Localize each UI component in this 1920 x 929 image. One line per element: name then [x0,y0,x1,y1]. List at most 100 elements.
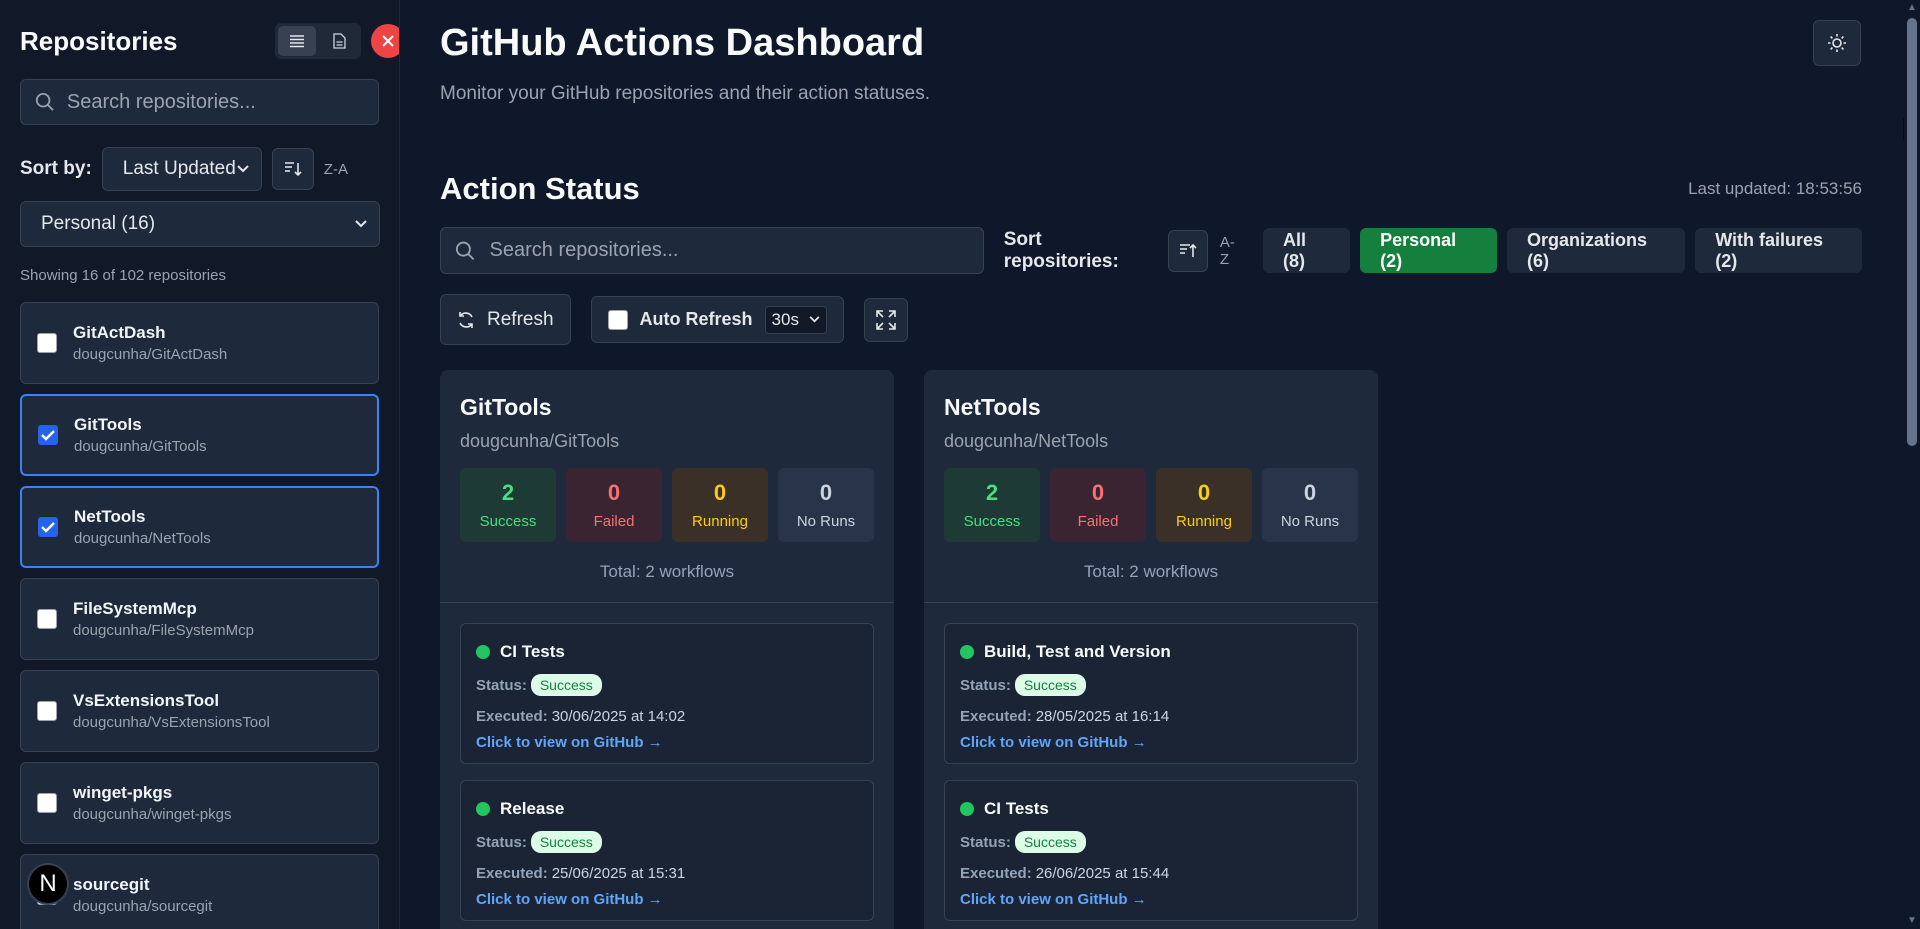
repo-checkbox[interactable] [38,425,58,445]
chevron-down-icon [809,316,820,323]
auto-refresh-label: Auto Refresh [639,309,753,329]
sort-repos-direction-button[interactable] [1167,229,1208,272]
executed-label: Executed: [960,708,1032,725]
repo-list-item[interactable]: NetTools dougcunha/NetTools [20,486,379,568]
sidebar: Repositories Sort by: [0,0,400,929]
scroll-thumb[interactable] [1907,18,1917,446]
document-view-button[interactable] [320,26,358,56]
github-link[interactable]: Click to view on GitHub → [960,734,1342,751]
main-search[interactable] [440,227,984,274]
stat-running-value: 0 [1197,480,1211,505]
sidebar-search-input[interactable] [66,90,364,114]
repo-card: GitTools dougcunha/GitTools 2 Success 0 Faile… [440,370,894,929]
dev-badge[interactable]: N [27,863,69,905]
status-label: Status: [476,676,527,694]
sort-direction-label: Z-A [323,160,348,178]
filter-pill[interactable]: Organizations (6) [1506,228,1686,273]
repo-checkbox[interactable] [38,517,58,537]
repo-name: winget-pkgs [73,783,173,802]
executed-label: Executed: [476,865,548,882]
repo-list-item[interactable]: VsExtensionsTool dougcunha/VsExtensionsTo… [20,670,379,752]
sort-direction-button[interactable] [271,148,314,190]
workflow-card[interactable]: CI Tests Status: Success Executed: 30/06/202… [460,623,874,764]
stat-no-runs-label: No Runs [796,513,856,530]
executed-date: 25/06/2025 at 15:31 [551,865,686,882]
sort-repos-label: Sort repositories: [1003,228,1119,272]
filter-pills: All (8) Personal (2) Organizations (6) With… [1263,228,1863,273]
executed-date: 26/06/2025 at 15:44 [1035,865,1170,882]
stat-running-label: Running [1176,513,1232,530]
status-dot-icon [476,802,490,816]
workflow-name: Release [500,799,565,818]
repo-checkbox[interactable] [37,793,57,813]
repo-list-item[interactable]: FileSystemMcp dougcunha/FileSystemMcp [20,578,379,660]
status-badge: Success [1014,674,1086,696]
section-title: Action Status [440,171,640,206]
stat-no-runs: 0 No Runs [778,468,874,542]
sidebar-search[interactable] [20,79,379,125]
stat-no-runs-value: 0 [819,480,833,505]
repo-full-name: dougcunha/winget-pkgs [73,806,232,823]
repo-cards: GitTools dougcunha/GitTools 2 Success 0 Faile… [440,370,1920,929]
status-dot-icon [476,645,490,659]
repo-filter-select[interactable]: Personal (16) [20,201,380,247]
list-icon [290,35,304,48]
refresh-button[interactable]: Refresh [440,294,571,345]
auto-refresh-checkbox[interactable] [607,309,628,330]
document-icon [332,33,346,49]
repo-name: FileSystemMcp [73,599,197,618]
repo-checkbox[interactable] [37,701,57,721]
filter-pill[interactable]: All (8) [1263,228,1351,273]
card-title: GitTools [460,394,552,420]
repo-count-text: Showing 16 of 102 repositories [20,267,226,284]
stat-running-label: Running [692,513,748,530]
status-dot-icon [960,645,974,659]
status-dot-icon [960,802,974,816]
stat-success: 2 Success [460,468,556,542]
stat-failed: 0 Failed [1050,468,1146,542]
repo-full-name: dougcunha/sourcegit [73,898,213,915]
auto-refresh-control: Auto Refresh 30s [590,296,844,343]
github-link[interactable]: Click to view on GitHub → [476,891,858,908]
stat-success: 2 Success [944,468,1040,542]
search-icon [35,92,54,111]
sort-select[interactable]: Last Updated [101,147,262,191]
sort-select-value: Last Updated [122,158,236,179]
repo-list-item[interactable]: winget-pkgs dougcunha/winget-pkgs [20,762,379,844]
workflow-card[interactable]: Build, Test and Version Status: Success Exe… [944,623,1358,764]
filter-pill[interactable]: Personal (2) [1360,228,1497,273]
main-search-input[interactable] [489,239,969,262]
repo-list-item[interactable]: sourcegit dougcunha/sourcegit [20,854,379,929]
repo-list-item[interactable]: GitTools dougcunha/GitTools [20,394,379,476]
workflow-card[interactable]: CI Tests Status: Success Executed: 26/06/202… [944,780,1358,921]
close-sidebar-button[interactable] [371,24,399,58]
repo-checkbox[interactable] [37,609,57,629]
list-view-button[interactable] [278,26,316,56]
main-content: GitHub Actions Dashboard Monitor your Gi… [400,0,1920,929]
github-link[interactable]: Click to view on GitHub → [476,734,858,751]
repo-list-item[interactable]: GitActDash dougcunha/GitActDash [20,302,379,384]
stat-no-runs-value: 0 [1303,480,1317,505]
repo-checkbox[interactable] [37,333,57,353]
refresh-interval-select[interactable]: 30s [764,305,827,334]
workflow-total: Total: 2 workflows [599,562,735,581]
checkmark-icon [41,522,55,533]
scroll-up-arrow[interactable]: ▲ [1907,3,1917,13]
workflow-card[interactable]: Release Status: Success Executed: 25/06/2025… [460,780,874,921]
workflow-total: Total: 2 workflows [1083,562,1219,581]
expand-icon [876,309,896,330]
card-full-name: dougcunha/GitTools [460,431,620,451]
theme-toggle-button[interactable] [1813,20,1861,66]
chevron-down-icon [237,165,249,173]
checkmark-icon [41,430,55,441]
scrollbar[interactable]: ▲ ▼ [1904,0,1920,929]
scroll-down-arrow[interactable]: ▼ [1907,916,1917,926]
stat-no-runs-label: No Runs [1280,513,1340,530]
last-updated-text: Last updated: 18:53:56 [1688,179,1862,198]
card-full-name: dougcunha/NetTools [944,431,1109,451]
stat-no-runs: 0 No Runs [1262,468,1358,542]
github-link[interactable]: Click to view on GitHub → [960,891,1342,908]
filter-pill[interactable]: With failures (2) [1695,228,1863,273]
view-toggle [275,23,361,59]
fullscreen-button[interactable] [863,297,908,342]
